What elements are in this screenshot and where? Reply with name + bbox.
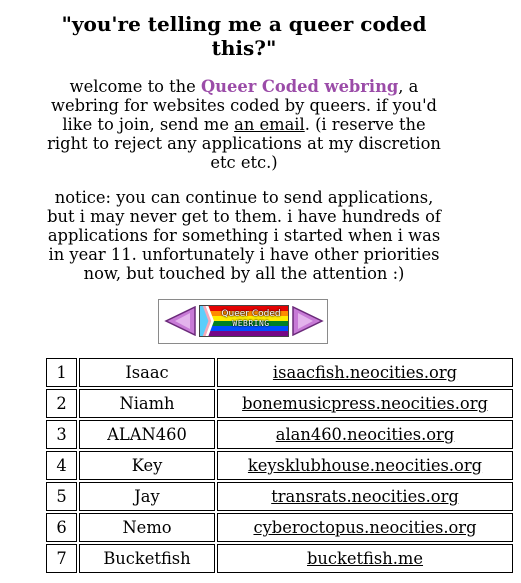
member-name: Niamh <box>79 389 215 418</box>
page-title: "you're telling me a queer coded this?" <box>61 12 427 60</box>
left-arrow-icon[interactable] <box>164 306 196 336</box>
member-number: 2 <box>46 389 77 418</box>
email-link[interactable]: an email <box>234 115 305 134</box>
member-number: 6 <box>46 513 77 542</box>
member-number: 5 <box>46 482 77 511</box>
banner-title: Queer Coded <box>221 309 281 319</box>
member-url-cell: transrats.neocities.org <box>217 482 513 511</box>
member-number: 4 <box>46 451 77 480</box>
member-name: Key <box>79 451 215 480</box>
webring-name: Queer Coded webring <box>200 77 399 96</box>
member-number: 7 <box>46 544 77 573</box>
member-site-link[interactable]: isaacfish.neocities.org <box>273 363 457 382</box>
table-row: 4 Key keysklubhouse.neocities.org <box>46 451 513 480</box>
member-name: Nemo <box>79 513 215 542</box>
member-number: 1 <box>46 358 77 387</box>
notice-paragraph: notice: you can continue to send applica… <box>47 188 441 283</box>
member-name: Isaac <box>79 358 215 387</box>
intro-text-before: welcome to the <box>69 77 201 96</box>
member-site-link[interactable]: bucketfish.me <box>307 549 423 568</box>
webring-widget: Queer Coded WEBRING <box>158 299 328 344</box>
member-name: Jay <box>79 482 215 511</box>
right-arrow-icon[interactable] <box>292 306 324 336</box>
member-url-cell: alan460.neocities.org <box>217 420 513 449</box>
table-row: 7 Bucketfish bucketfish.me <box>46 544 513 573</box>
table-row: 1 Isaac isaacfish.neocities.org <box>46 358 513 387</box>
webring-banner[interactable]: Queer Coded WEBRING <box>199 305 289 337</box>
member-site-link[interactable]: alan460.neocities.org <box>276 425 455 444</box>
members-table: 1 Isaac isaacfish.neocities.org 2 Niamh bonem… <box>44 356 515 575</box>
table-row: 3 ALAN460 alan460.neocities.org <box>46 420 513 449</box>
member-site-link[interactable]: cyberoctopus.neocities.org <box>253 518 476 537</box>
member-url-cell: bonemusicpress.neocities.org <box>217 389 513 418</box>
member-site-link[interactable]: transrats.neocities.org <box>271 487 459 506</box>
member-site-link[interactable]: bonemusicpress.neocities.org <box>242 394 488 413</box>
member-site-link[interactable]: keysklubhouse.neocities.org <box>248 456 482 475</box>
table-row: 2 Niamh bonemusicpress.neocities.org <box>46 389 513 418</box>
member-url-cell: cyberoctopus.neocities.org <box>217 513 513 542</box>
banner-subtitle: WEBRING <box>232 319 270 328</box>
member-url-cell: bucketfish.me <box>217 544 513 573</box>
member-name: Bucketfish <box>79 544 215 573</box>
intro-paragraph: welcome to the Queer Coded webring, a we… <box>44 77 444 172</box>
member-url-cell: isaacfish.neocities.org <box>217 358 513 387</box>
member-number: 3 <box>46 420 77 449</box>
member-name: ALAN460 <box>79 420 215 449</box>
table-row: 5 Jay transrats.neocities.org <box>46 482 513 511</box>
member-url-cell: keysklubhouse.neocities.org <box>217 451 513 480</box>
table-row: 6 Nemo cyberoctopus.neocities.org <box>46 513 513 542</box>
